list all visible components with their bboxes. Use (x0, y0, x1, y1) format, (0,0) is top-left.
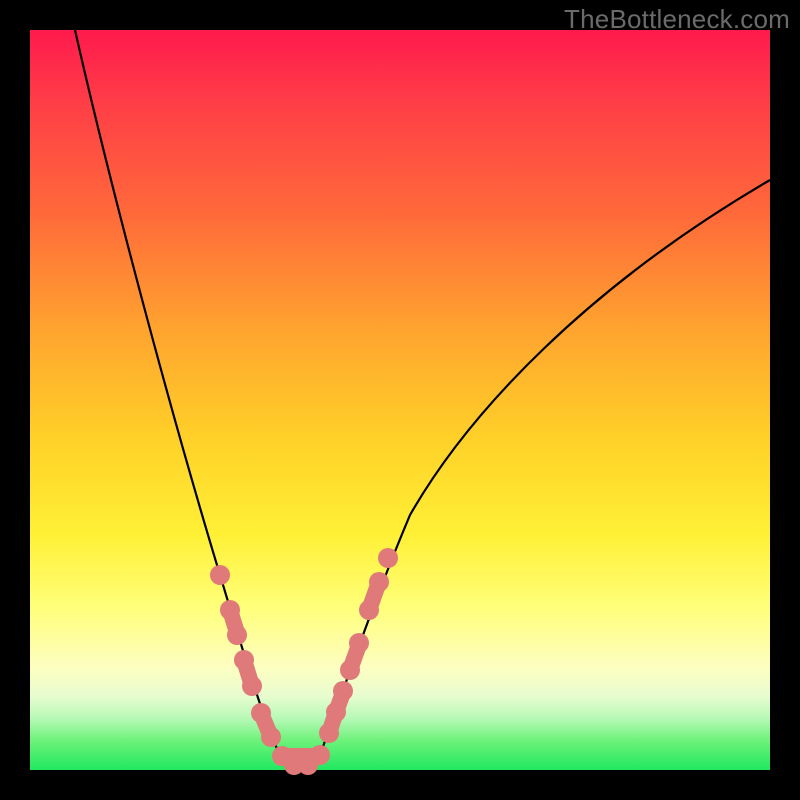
plot-area (30, 30, 770, 770)
curve-right-arm (320, 180, 770, 755)
outer-frame: TheBottleneck.com (0, 0, 800, 800)
watermark-text: TheBottleneck.com (564, 4, 790, 35)
curve-left-arm (75, 30, 280, 755)
curve-svg (30, 30, 770, 770)
marker-dots (210, 548, 398, 775)
